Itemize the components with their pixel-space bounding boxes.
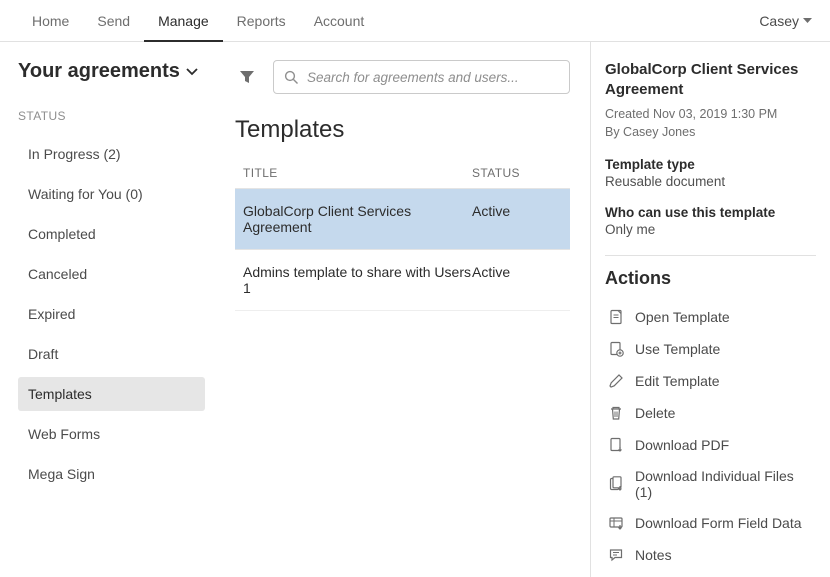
- action-delete[interactable]: Delete: [605, 397, 816, 429]
- action-label: Notes: [635, 547, 672, 563]
- row-title: GlobalCorp Client Services Agreement: [243, 203, 472, 235]
- col-header-title[interactable]: Title: [243, 166, 472, 180]
- action-use-template[interactable]: Use Template: [605, 333, 816, 365]
- action-label: Open Template: [635, 309, 730, 325]
- sidebar-item-web-forms[interactable]: Web Forms: [18, 417, 205, 451]
- table-row[interactable]: GlobalCorp Client Services AgreementActi…: [235, 189, 570, 250]
- caret-down-icon: [803, 18, 812, 24]
- details-title: GlobalCorp Client Services Agreement: [605, 60, 816, 101]
- action-label: Delete: [635, 405, 675, 421]
- sidebar-title-text: Your agreements: [18, 60, 180, 83]
- col-header-status[interactable]: Status: [472, 166, 562, 180]
- sidebar-item-draft[interactable]: Draft: [18, 337, 205, 371]
- table-row[interactable]: Admins template to share with Users 1Act…: [235, 250, 570, 311]
- search-icon: [284, 70, 299, 85]
- sidebar-item-waiting-for-you-0[interactable]: Waiting for You (0): [18, 177, 205, 211]
- download-files-icon: [607, 475, 625, 493]
- details-created: Created Nov 03, 2019 1:30 PM: [605, 105, 816, 123]
- notes-icon: [607, 546, 625, 564]
- row-status: Active: [472, 264, 562, 296]
- filter-icon[interactable]: [235, 65, 259, 89]
- actions-heading: Actions: [605, 268, 816, 289]
- use-template-icon: [607, 340, 625, 358]
- divider: [605, 255, 816, 256]
- action-download-form-field-data[interactable]: Download Form Field Data: [605, 507, 816, 539]
- row-title: Admins template to share with Users 1: [243, 264, 472, 296]
- details-by: By Casey Jones: [605, 123, 816, 141]
- template-type-label: Template type: [605, 157, 816, 172]
- main-toolbar: [235, 60, 570, 94]
- sidebar-title[interactable]: Your agreements: [18, 60, 205, 83]
- sidebar-item-templates[interactable]: Templates: [18, 377, 205, 411]
- main-panel: Templates Title Status GlobalCorp Client…: [215, 42, 590, 577]
- nav-reports[interactable]: Reports: [223, 0, 300, 42]
- action-edit-template[interactable]: Edit Template: [605, 365, 816, 397]
- nav-home[interactable]: Home: [18, 0, 83, 42]
- action-label: Download Form Field Data: [635, 515, 802, 531]
- who-label: Who can use this template: [605, 205, 816, 220]
- sidebar-item-mega-sign[interactable]: Mega Sign: [18, 457, 205, 491]
- sidebar-item-canceled[interactable]: Canceled: [18, 257, 205, 291]
- action-notes[interactable]: Notes: [605, 539, 816, 571]
- action-label: Download PDF: [635, 437, 729, 453]
- table-header: Title Status: [235, 158, 570, 189]
- action-open-template[interactable]: Open Template: [605, 301, 816, 333]
- action-label: Edit Template: [635, 373, 720, 389]
- content-area: Your agreements Status In Progress (2) Wa…: [0, 42, 830, 577]
- search-box[interactable]: [273, 60, 570, 94]
- search-input[interactable]: [307, 70, 559, 85]
- delete-icon: [607, 404, 625, 422]
- details-panel: GlobalCorp Client Services Agreement Cre…: [590, 42, 830, 577]
- download-form-data-icon: [607, 514, 625, 532]
- nav-account[interactable]: Account: [300, 0, 379, 42]
- action-download-pdf[interactable]: Download PDF: [605, 429, 816, 461]
- action-label: Use Template: [635, 341, 720, 357]
- top-nav: HomeSendManageReportsAccount Casey: [0, 0, 830, 42]
- who-value: Only me: [605, 222, 816, 237]
- action-download-individual-files-1[interactable]: Download Individual Files (1): [605, 461, 816, 507]
- sidebar-item-completed[interactable]: Completed: [18, 217, 205, 251]
- open-template-icon: [607, 308, 625, 326]
- template-type-value: Reusable document: [605, 174, 816, 189]
- row-status: Active: [472, 203, 562, 235]
- sidebar-section-label: Status: [18, 109, 205, 123]
- edit-template-icon: [607, 372, 625, 390]
- sidebar-item-in-progress-2[interactable]: In Progress (2): [18, 137, 205, 171]
- page-heading: Templates: [235, 116, 570, 144]
- user-menu[interactable]: Casey: [759, 13, 812, 29]
- sidebar: Your agreements Status In Progress (2) Wa…: [0, 42, 215, 577]
- nav-manage[interactable]: Manage: [144, 0, 223, 42]
- sidebar-item-expired[interactable]: Expired: [18, 297, 205, 331]
- download-pdf-icon: [607, 436, 625, 454]
- nav-send[interactable]: Send: [83, 0, 144, 42]
- user-name: Casey: [759, 13, 799, 29]
- chevron-down-icon: [186, 68, 198, 76]
- action-label: Download Individual Files (1): [635, 468, 814, 500]
